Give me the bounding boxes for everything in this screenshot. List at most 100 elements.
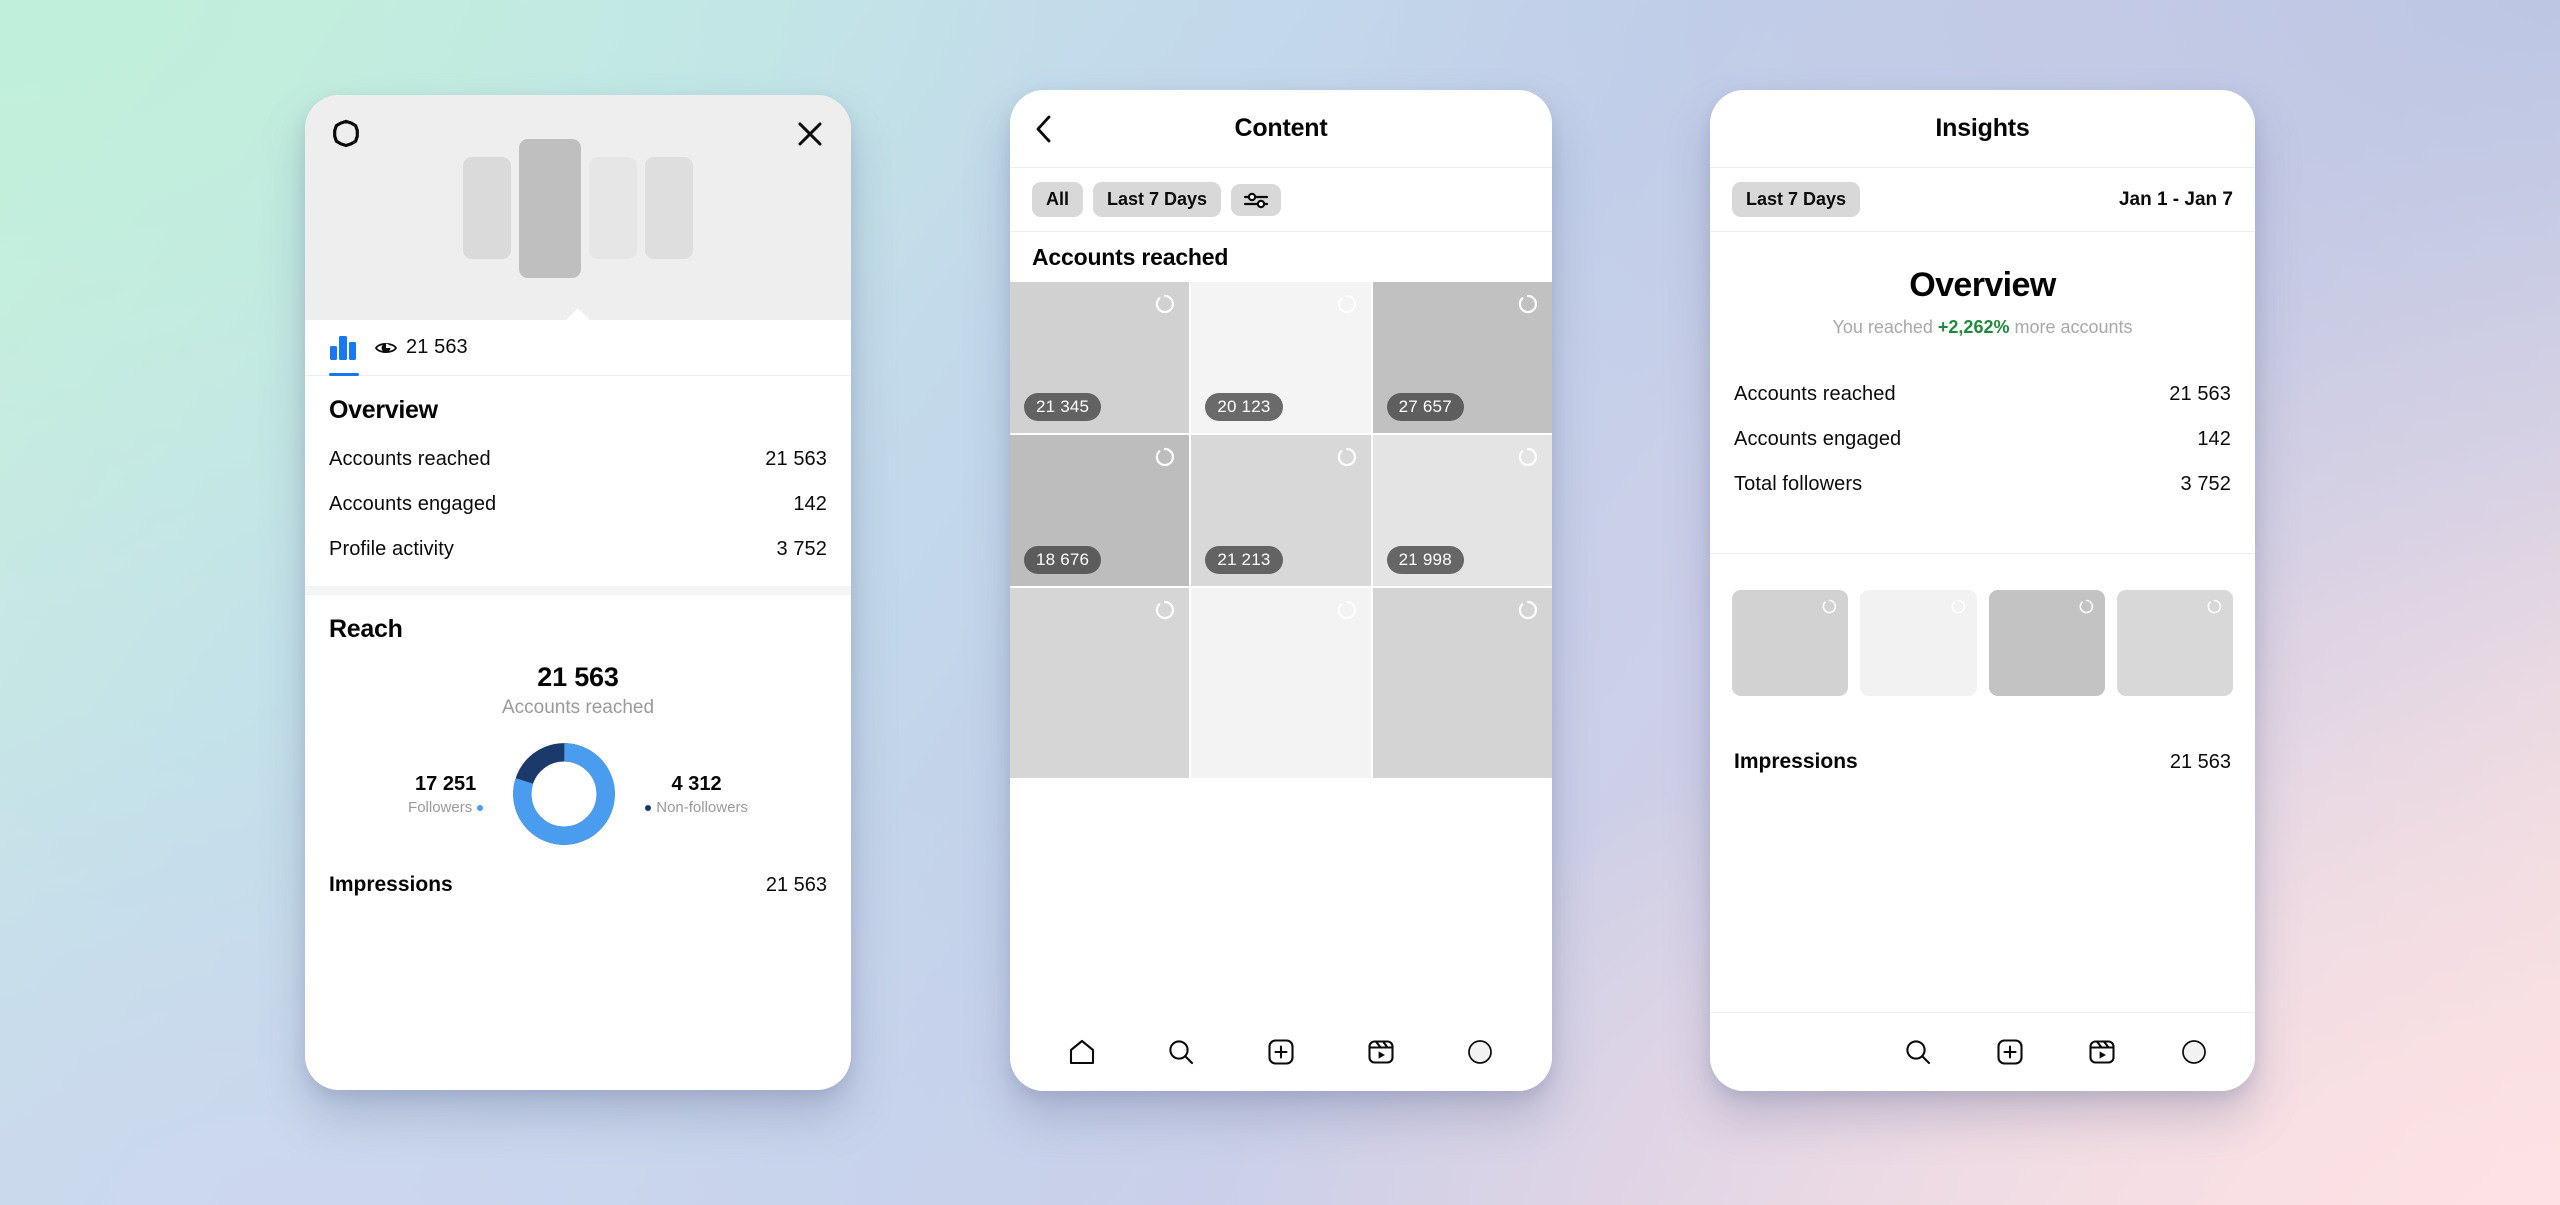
add-post-icon[interactable]	[1993, 1035, 2027, 1069]
legend-non-followers-label: Non-followers	[645, 799, 748, 816]
legend-followers-label: Followers	[408, 799, 484, 816]
carousel-pointer	[565, 308, 591, 321]
reach-title: Reach	[329, 615, 403, 643]
add-post-icon[interactable]	[1264, 1035, 1298, 1069]
metric-row-profile-activity[interactable]: Profile activity 3 752	[329, 527, 827, 572]
sliders-icon[interactable]	[1231, 183, 1282, 216]
loading-spinner-icon	[1155, 294, 1175, 314]
filter-chip-all[interactable]: All	[1032, 182, 1084, 217]
page-title: Insights	[1935, 114, 2030, 142]
reach-total-value: 21 563	[537, 662, 619, 692]
metric-label: Accounts reached	[1734, 383, 1896, 405]
reach-section: Reach	[305, 595, 851, 656]
legend-non-followers-value: 4 312	[671, 772, 722, 795]
impressions-value: 21 563	[2169, 750, 2231, 773]
filter-chip-last-7-days[interactable]: Last 7 Days	[1732, 182, 1861, 217]
loading-spinner-icon	[1951, 599, 1966, 614]
content-section-label: Accounts reached	[1010, 232, 1552, 282]
carousel-slide[interactable]	[645, 157, 693, 259]
overview-title: Overview	[329, 396, 438, 424]
section-divider	[305, 586, 851, 595]
bar-chart-icon[interactable]	[329, 329, 359, 376]
carousel-slide-active[interactable]	[519, 138, 581, 278]
active-tab-underline	[329, 372, 359, 376]
metric-row-accounts-reached[interactable]: Accounts reached 21 563	[329, 437, 827, 482]
carousel-slide[interactable]	[589, 157, 637, 259]
metric-label: Accounts engaged	[1734, 428, 1902, 450]
impressions-label: Impressions	[329, 873, 453, 896]
content-tile[interactable]: 21 213	[1191, 435, 1371, 586]
metric-row-accounts-engaged[interactable]: Accounts engaged 142	[1734, 417, 2231, 462]
content-tile[interactable]	[1191, 588, 1371, 778]
post-thumbnail[interactable]	[2116, 590, 2233, 696]
chevron-left-icon[interactable]	[1032, 114, 1056, 144]
overview-heading: Overview	[1909, 266, 2056, 304]
metric-label: Profile activity	[329, 538, 454, 560]
recent-posts-strip	[1710, 590, 2255, 696]
metric-value: 142	[2197, 428, 2231, 450]
media-preview-header	[305, 95, 851, 321]
content-tile[interactable]	[1010, 588, 1190, 778]
bottom-tabbar	[1010, 1013, 1552, 1091]
content-tile[interactable]	[1372, 588, 1552, 778]
content-tile[interactable]: 27 657	[1372, 282, 1552, 433]
legend-followers-value: 17 251	[415, 772, 477, 795]
profile-avatar-icon[interactable]	[2177, 1035, 2211, 1069]
impressions-label: Impressions	[1734, 750, 1858, 773]
reach-chart-block: 21 563 Accounts reached 17 251 Followers…	[305, 656, 851, 849]
content-grid: 21 345 20 123 27 657 18 676 21 213 21 99…	[1010, 282, 1552, 778]
metric-row-accounts-reached[interactable]: Accounts reached 21 563	[1734, 372, 2231, 417]
loading-spinner-icon	[2079, 599, 2094, 614]
eye-icon	[375, 342, 397, 353]
legend-followers: 17 251 Followers	[408, 772, 484, 816]
home-icon[interactable]	[1065, 1035, 1099, 1069]
legend-non-followers: 4 312 Non-followers	[645, 773, 748, 816]
reels-icon[interactable]	[2085, 1035, 2119, 1069]
loading-spinner-icon	[1337, 600, 1357, 620]
screenshot-stage: 21 563 Overview Accounts reached 21 563 …	[0, 0, 2560, 1205]
tile-reach-value: 21 213	[1205, 546, 1283, 574]
search-icon[interactable]	[1901, 1035, 1935, 1069]
metric-value: 3 752	[2180, 473, 2231, 495]
legend-dot-followers	[477, 804, 484, 811]
metric-row-accounts-engaged[interactable]: Accounts engaged 142	[329, 482, 827, 527]
tile-reach-value: 21 345	[1024, 393, 1102, 421]
content-tile[interactable]: 18 676	[1010, 435, 1190, 586]
loading-spinner-icon	[1337, 447, 1357, 467]
filter-chip-last-7-days[interactable]: Last 7 Days	[1093, 182, 1222, 217]
content-tile[interactable]: 20 123	[1191, 282, 1371, 433]
loading-spinner-icon	[1518, 600, 1538, 620]
loading-spinner-icon	[1155, 447, 1175, 467]
reach-total-label: Accounts reached	[501, 697, 655, 718]
tile-reach-value: 27 657	[1386, 393, 1464, 421]
tile-reach-value: 20 123	[1205, 393, 1283, 421]
metric-value: 21 563	[765, 448, 827, 470]
media-carousel[interactable]	[305, 123, 851, 293]
content-tile[interactable]: 21 998	[1372, 435, 1552, 586]
insights-overview-hero: Overview You reached +2,262% more accoun…	[1710, 232, 2255, 346]
post-thumbnail[interactable]	[1732, 590, 1849, 696]
search-icon[interactable]	[1164, 1035, 1198, 1069]
loading-spinner-icon	[2207, 599, 2222, 614]
loading-spinner-icon	[1822, 599, 1837, 614]
overview-subtext: You reached +2,262% more accounts	[1832, 317, 2133, 337]
impressions-row[interactable]: Impressions 21 563	[305, 849, 851, 897]
reels-icon[interactable]	[1364, 1035, 1398, 1069]
views-stat: 21 563	[375, 336, 468, 359]
bottom-tabbar	[1710, 1013, 2255, 1091]
post-thumbnail[interactable]	[1988, 590, 2105, 696]
page-title: Content	[1234, 114, 1328, 142]
loading-spinner-icon	[1155, 600, 1175, 620]
close-icon[interactable]	[793, 117, 827, 151]
post-thumbnail[interactable]	[1860, 590, 1977, 696]
metric-label: Accounts engaged	[329, 493, 497, 515]
content-tile[interactable]: 21 345	[1010, 282, 1190, 433]
impressions-row[interactable]: Impressions 21 563	[1710, 696, 2255, 774]
metric-value: 142	[793, 493, 827, 515]
profile-avatar-icon[interactable]	[1463, 1035, 1497, 1069]
metric-row-total-followers[interactable]: Total followers 3 752	[1734, 462, 2231, 507]
impressions-value: 21 563	[765, 873, 827, 896]
insights-topbar: Insights	[1710, 90, 2255, 168]
carousel-slide[interactable]	[463, 157, 511, 259]
tile-reach-value: 18 676	[1024, 546, 1102, 574]
